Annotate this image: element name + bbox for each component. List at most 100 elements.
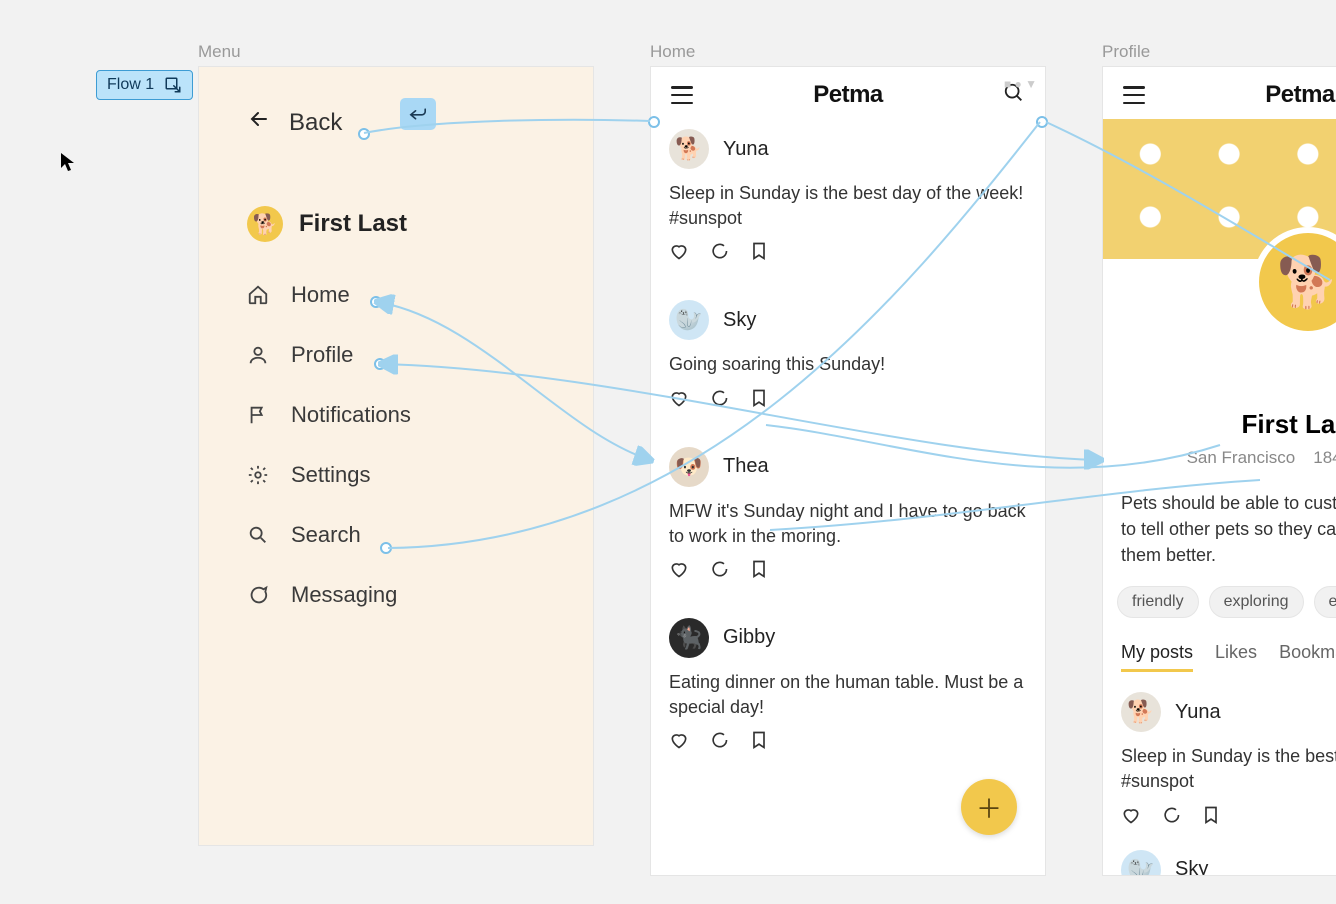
- bookmark-button[interactable]: [749, 241, 769, 266]
- tab-bookmarks[interactable]: Bookmarks: [1279, 642, 1336, 672]
- profile-tags: friendly exploring eating: [1103, 568, 1336, 618]
- frame-label-profile[interactable]: Profile: [1102, 42, 1150, 62]
- flow-play-icon: [164, 76, 182, 94]
- feed-post[interactable]: 🐕 Yuna Sleep in Sunday is the best day o…: [1121, 692, 1336, 849]
- feed-post[interactable]: 🐶 Thea MFW it's Sunday night and I have …: [669, 447, 1027, 604]
- hotspot-dot[interactable]: [358, 128, 370, 140]
- menu-label: Notifications: [291, 402, 411, 428]
- post-body: Eating dinner on the human table. Must b…: [669, 670, 1027, 720]
- feed-post[interactable]: 🦭 Sky Going soaring this Sunday!: [1121, 850, 1336, 876]
- hotspot-dot[interactable]: [648, 116, 660, 128]
- frame-profile[interactable]: Petma 🐕 First Last San Francisco 184 fol…: [1102, 66, 1336, 876]
- comment-button[interactable]: [709, 241, 729, 266]
- home-icon: [247, 284, 269, 306]
- flag-icon: [247, 404, 269, 426]
- menu-item-notifications[interactable]: Notifications: [247, 402, 545, 428]
- feed-post[interactable]: 🐈‍⬛ Gibby Eating dinner on the human tab…: [669, 618, 1027, 775]
- flow-label: Flow 1: [107, 76, 154, 94]
- frame-status-icons: ■ ● ▼: [1004, 77, 1037, 91]
- post-body: Going soaring this Sunday!: [669, 352, 1027, 377]
- post-actions: [669, 559, 1027, 584]
- profile-bio: Pets should be able to customize descrip…: [1103, 468, 1336, 568]
- profile-location: San Francisco: [1187, 448, 1296, 468]
- post-body: MFW it's Sunday night and I have to go b…: [669, 499, 1027, 549]
- tag[interactable]: exploring: [1209, 586, 1304, 618]
- post-avatar[interactable]: 🦭: [669, 300, 709, 340]
- post-author: Yuna: [723, 138, 769, 161]
- menu-label: Messaging: [291, 582, 397, 608]
- frame-label-home[interactable]: Home: [650, 42, 695, 62]
- comment-button[interactable]: [709, 559, 729, 584]
- menu-back-button[interactable]: Back: [199, 67, 593, 138]
- flow-start-badge[interactable]: Flow 1: [96, 70, 193, 100]
- menu-user-row[interactable]: 🐕 First Last: [199, 138, 593, 242]
- post-avatar[interactable]: 🐕: [669, 129, 709, 169]
- hotspot-dot[interactable]: [374, 358, 386, 370]
- brand-logo: Petma: [813, 81, 883, 109]
- gear-icon: [247, 464, 269, 486]
- cursor-icon: [60, 152, 76, 172]
- comment-button[interactable]: [709, 730, 729, 755]
- search-icon: [247, 524, 269, 546]
- like-button[interactable]: [669, 730, 689, 755]
- menu-label: Profile: [291, 342, 353, 368]
- post-avatar[interactable]: 🐈‍⬛: [669, 618, 709, 658]
- frame-menu[interactable]: Back 🐕 First Last Home Profile Notificat…: [198, 66, 594, 846]
- post-avatar[interactable]: 🐶: [669, 447, 709, 487]
- post-avatar[interactable]: 🐕: [1121, 692, 1161, 732]
- menu-item-settings[interactable]: Settings: [247, 462, 545, 488]
- hotspot-dot[interactable]: [1036, 116, 1048, 128]
- comment-button[interactable]: [1161, 805, 1181, 830]
- post-author: Thea: [723, 455, 769, 478]
- frame-label-menu[interactable]: Menu: [198, 42, 241, 62]
- brand-logo: Petma: [1265, 81, 1335, 109]
- post-body: Sleep in Sunday is the best day of the w…: [669, 181, 1027, 231]
- bookmark-button[interactable]: [749, 559, 769, 584]
- menu-label: Home: [291, 282, 350, 308]
- like-button[interactable]: [669, 388, 689, 413]
- tag[interactable]: eating: [1314, 586, 1336, 618]
- tab-my-posts[interactable]: My posts: [1121, 642, 1193, 672]
- menu-back-label: Back: [289, 109, 342, 137]
- bookmark-button[interactable]: [1201, 805, 1221, 830]
- back-interaction-chip[interactable]: [400, 98, 436, 130]
- menu-item-messaging[interactable]: Messaging: [247, 582, 545, 608]
- figma-canvas[interactable]: Flow 1 Menu Home Profile Back 🐕 First La…: [0, 0, 1336, 904]
- like-button[interactable]: [669, 559, 689, 584]
- bookmark-button[interactable]: [749, 730, 769, 755]
- feed-post[interactable]: 🐕 Yuna Sleep in Sunday is the best day o…: [669, 129, 1027, 286]
- menu-item-home[interactable]: Home: [247, 282, 545, 308]
- profile-icon: [247, 344, 269, 366]
- post-actions: [669, 388, 1027, 413]
- menu-label: Search: [291, 522, 361, 548]
- plus-icon: ＋: [976, 789, 1002, 826]
- arrow-left-icon: [247, 107, 271, 138]
- post-actions: [1121, 805, 1336, 830]
- post-avatar[interactable]: 🦭: [1121, 850, 1161, 876]
- hotspot-dot[interactable]: [380, 542, 392, 554]
- profile-tabs: My posts Likes Bookmarks: [1103, 618, 1336, 672]
- comment-button[interactable]: [709, 388, 729, 413]
- like-button[interactable]: [1121, 805, 1141, 830]
- like-button[interactable]: [669, 241, 689, 266]
- bookmark-button[interactable]: [749, 388, 769, 413]
- post-author: Sky: [1175, 858, 1208, 876]
- frame-home[interactable]: ■ ● ▼ Petma 🐕 Yuna Sleep in Sunday is th…: [650, 66, 1046, 876]
- post-body: Sleep in Sunday is the best day of the w…: [1121, 744, 1336, 794]
- hamburger-icon[interactable]: [671, 86, 693, 104]
- hamburger-icon[interactable]: [1123, 86, 1145, 104]
- tag[interactable]: friendly: [1117, 586, 1199, 618]
- profile-followers: 184 followers: [1313, 448, 1336, 468]
- menu-label: Settings: [291, 462, 371, 488]
- post-author: Yuna: [1175, 701, 1221, 724]
- tab-likes[interactable]: Likes: [1215, 642, 1257, 672]
- message-icon: [247, 584, 269, 606]
- feed-post[interactable]: 🦭 Sky Going soaring this Sunday!: [669, 300, 1027, 432]
- hotspot-dot[interactable]: [370, 296, 382, 308]
- post-actions: [669, 241, 1027, 266]
- menu-item-profile[interactable]: Profile: [247, 342, 545, 368]
- menu-item-search[interactable]: Search: [247, 522, 545, 548]
- post-author: Gibby: [723, 626, 775, 649]
- post-actions: [669, 730, 1027, 755]
- compose-fab[interactable]: ＋: [961, 779, 1017, 835]
